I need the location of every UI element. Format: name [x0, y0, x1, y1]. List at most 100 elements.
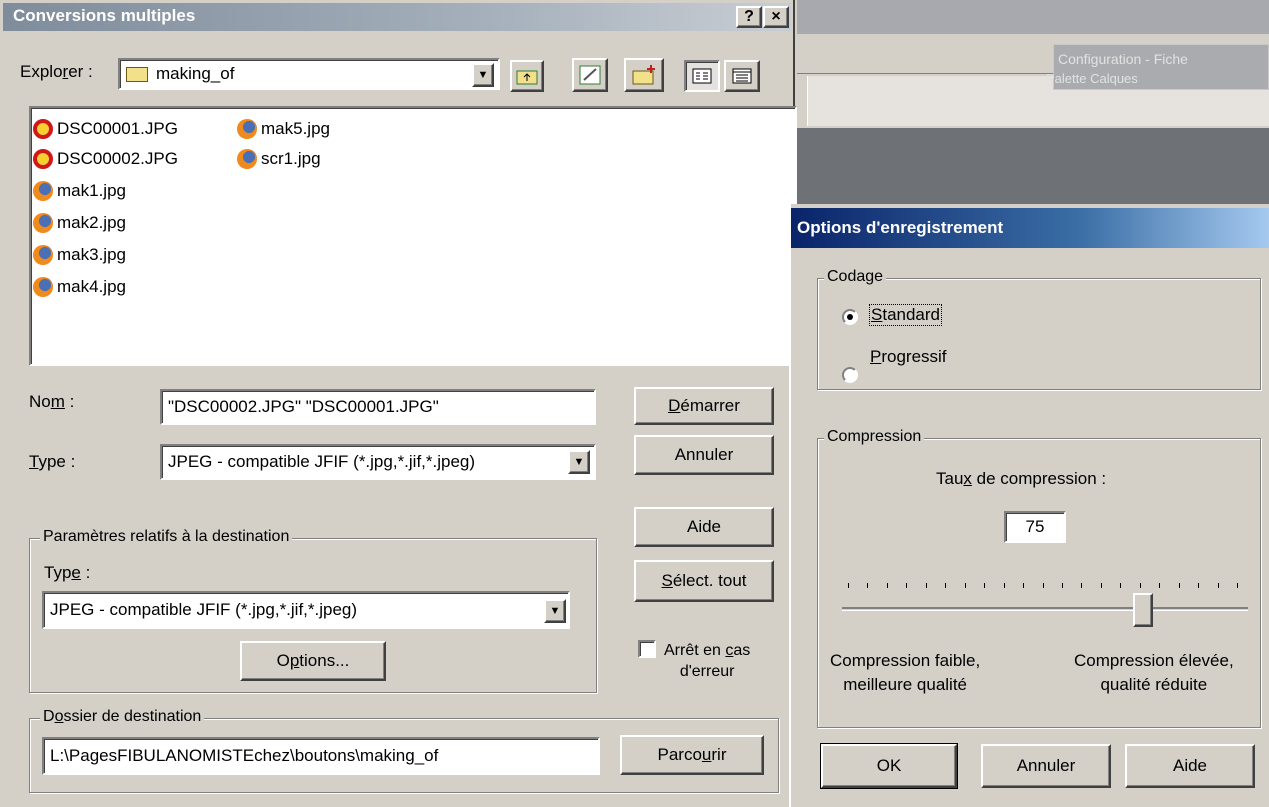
compression-rate-label: Taux de compression :: [936, 469, 1107, 488]
browse-button[interactable]: Parco u rir: [620, 735, 764, 775]
compression-label: Compression: [824, 428, 925, 446]
stop-on-error-checkbox[interactable]: [638, 640, 656, 658]
slider-tick: [1023, 583, 1024, 588]
options-annuler-button[interactable]: Annuler: [981, 744, 1111, 788]
options-titlebar: Options d'enregistrement: [791, 208, 1269, 248]
explorer-folder-value: making_of: [156, 64, 235, 83]
close-button[interactable]: ×: [763, 6, 789, 28]
file-item[interactable]: scr1.jpg: [237, 146, 321, 172]
stop-on-error-label: Arrêt en cas d'erreur: [664, 642, 751, 680]
slider-tick: [1120, 583, 1121, 588]
file-item[interactable]: DSC00001.JPG: [33, 116, 178, 142]
compression-group: Compression Taux de compression : 75 Com…: [817, 428, 1261, 728]
new-folder-icon[interactable]: [624, 58, 664, 92]
dest-type-select[interactable]: JPEG - compatible JFIF (*.jpg,*.jif,*.jp…: [42, 591, 570, 629]
slider-tick: [1179, 583, 1180, 588]
slider-tick: [1140, 583, 1141, 588]
filename-input[interactable]: "DSC00002.JPG" "DSC00001.JPG": [160, 389, 596, 425]
dialog-titlebar: Conversions multiples ? ×: [3, 3, 791, 31]
camera-icon: [33, 119, 53, 139]
background-label-palette: Palette Calques: [1046, 71, 1138, 86]
up-folder-icon[interactable]: [510, 60, 544, 92]
save-options-dialog: Options d'enregistrement Codage Standard…: [789, 204, 1269, 807]
explorer-folder-combo[interactable]: making_of: [118, 58, 500, 90]
list-view-icon[interactable]: [684, 60, 720, 92]
slider-tick: [1198, 583, 1199, 588]
slider-tick: [1159, 583, 1160, 588]
compression-value-input[interactable]: 75: [1004, 511, 1066, 543]
slider-tick: [965, 583, 966, 588]
slider-tick: [1101, 583, 1102, 588]
low-compression-label: Compression faible, meilleure qualité: [830, 651, 981, 694]
folder-icon: [126, 66, 148, 82]
destination-folder-group: Dossier de destination L:\PagesFIBULANOM…: [29, 708, 779, 793]
camera-icon: [33, 149, 53, 169]
destination-params-group: Paramètres relatifs à la destination Typ…: [29, 528, 597, 693]
annuler-button[interactable]: Annuler: [634, 435, 774, 475]
type-label: Type :: [29, 452, 76, 471]
file-item[interactable]: mak4.jpg: [33, 274, 126, 300]
file-item[interactable]: mak3.jpg: [33, 242, 126, 268]
demarrer-button[interactable]: Démarrer: [634, 387, 774, 425]
options-title: Options d'enregistrement: [797, 218, 1004, 237]
slider-tick: [1081, 583, 1082, 588]
firefox-icon: [33, 213, 53, 233]
explorer-label: Explorer :: [20, 62, 93, 81]
conversions-dialog: Conversions multiples ? × Explorer : mak…: [0, 0, 797, 807]
codage-label: Codage: [824, 268, 887, 286]
file-item[interactable]: DSC00002.JPG: [33, 146, 178, 172]
background-dark-band: [797, 128, 1269, 204]
high-compression-label: Compression élevée, qualité réduite: [1074, 651, 1234, 694]
aide-button[interactable]: Aide: [634, 507, 774, 547]
firefox-icon: [237, 119, 257, 139]
slider-ticks: [848, 583, 1238, 589]
options-aide-button[interactable]: Aide: [1125, 744, 1255, 788]
standard-radio[interactable]: [842, 309, 858, 325]
progressif-radio[interactable]: [842, 367, 858, 383]
type-dropdown-arrow[interactable]: ▼: [568, 450, 590, 474]
destination-params-label: Paramètres relatifs à la destination: [40, 528, 293, 546]
firefox-icon: [237, 149, 257, 169]
background-window: Configuration - Fiche Palette Calques: [797, 0, 1269, 204]
explorer-dropdown-arrow[interactable]: ▼: [472, 63, 494, 87]
firefox-icon: [33, 277, 53, 297]
slider-track: [842, 607, 1248, 611]
background-label-configuration: Configuration - Fiche: [1058, 51, 1188, 67]
options-button[interactable]: Op tions...: [240, 641, 386, 681]
slider-tick: [926, 583, 927, 588]
slider-tick: [984, 583, 985, 588]
slider-tick: [848, 583, 849, 588]
nom-label: Nom :: [29, 392, 75, 411]
standard-label[interactable]: Standard: [868, 304, 943, 326]
slider-tick: [1218, 583, 1219, 588]
slider-tick: [1043, 583, 1044, 588]
slider-tick: [1004, 583, 1005, 588]
progressif-label[interactable]: Progressif: [870, 347, 947, 367]
type-select[interactable]: JPEG - compatible JFIF (*.jpg,*.jif,*.jp…: [160, 444, 596, 480]
file-item[interactable]: mak1.jpg: [33, 178, 126, 204]
firefox-icon: [33, 181, 53, 201]
help-button[interactable]: ?: [736, 6, 762, 28]
slider-tick: [887, 583, 888, 588]
background-titlebar: [797, 0, 1269, 34]
desktop-icon[interactable]: [572, 58, 608, 92]
background-floating-title: Configuration - Fiche Palette Calques: [1046, 44, 1269, 90]
ok-button[interactable]: OK: [820, 743, 958, 789]
slider-tick: [1062, 583, 1063, 588]
dest-type-label: Type :: [44, 563, 91, 582]
file-item[interactable]: mak2.jpg: [33, 210, 126, 236]
file-item[interactable]: mak5.jpg: [237, 116, 330, 142]
slider-tick: [945, 583, 946, 588]
compression-slider-thumb[interactable]: [1133, 593, 1153, 627]
destination-folder-label: Dossier de destination: [40, 708, 205, 726]
dest-type-dropdown-arrow[interactable]: ▼: [544, 599, 566, 623]
dialog-title: Conversions multiples: [13, 6, 196, 25]
file-list[interactable]: DSC00001.JPG DSC00002.JPG mak1.jpg mak2.…: [29, 106, 797, 366]
details-view-icon[interactable]: [724, 60, 760, 92]
slider-tick: [867, 583, 868, 588]
codage-group: Codage Standard Progressif: [817, 268, 1261, 390]
destination-path-input[interactable]: L:\PagesFIBULANOMISTEchez\boutons\making…: [42, 737, 600, 775]
select-all-button[interactable]: Sélect. tout: [634, 560, 774, 602]
slider-tick: [906, 583, 907, 588]
slider-tick: [1237, 583, 1238, 588]
